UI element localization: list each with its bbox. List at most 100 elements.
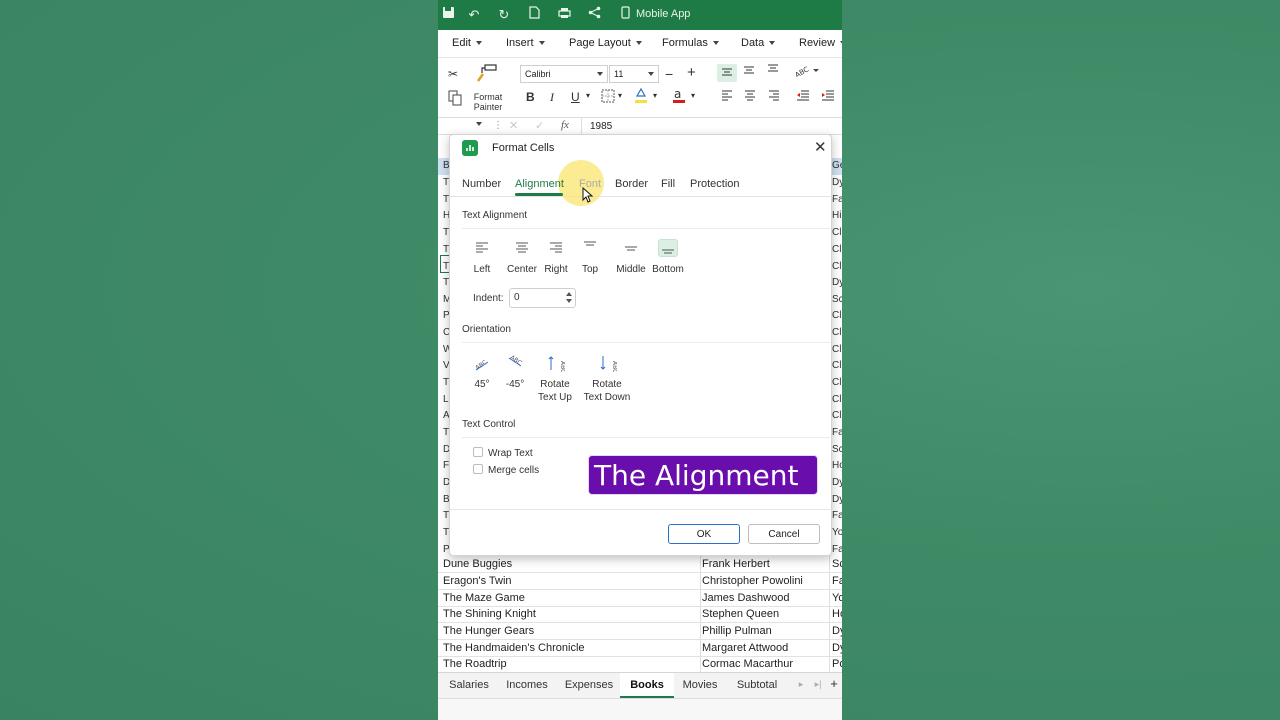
edge-cell: Dy — [832, 477, 842, 488]
author-cell: Cormac Macarthur — [702, 658, 794, 670]
add-sheet-icon[interactable]: + — [827, 673, 841, 698]
align-top-option[interactable]: Top — [578, 239, 602, 276]
align-left-option[interactable]: Left — [469, 239, 495, 276]
underline-button[interactable]: U — [571, 89, 580, 105]
tab-fill[interactable]: Fill — [661, 178, 675, 190]
align-right-ribbon-icon[interactable] — [768, 89, 780, 105]
decrease-indent-icon[interactable] — [796, 89, 809, 105]
font-name-select[interactable]: Calibri — [520, 65, 608, 83]
menu-data[interactable]: Data — [741, 37, 776, 49]
formula-bar: ⋮ ✕ ✓ fx 1985 — [438, 117, 842, 135]
rotate-down-label-2: Text Down — [583, 392, 631, 403]
print-icon[interactable] — [555, 6, 573, 24]
cancel-button[interactable]: Cancel — [748, 524, 820, 544]
tab-number[interactable]: Number — [462, 178, 501, 190]
format-painter-button[interactable]: Format Painter — [473, 92, 503, 112]
sheet-tab-books[interactable]: Books — [620, 673, 674, 698]
chevron-down-icon[interactable]: ▾ — [653, 88, 657, 104]
wrap-text-checkbox[interactable]: Wrap Text — [473, 447, 533, 459]
menu-edit[interactable]: Edit — [452, 37, 482, 49]
align-right-label: Right — [544, 264, 568, 275]
menu-insert[interactable]: Insert — [506, 37, 545, 49]
mobile-app-toggle[interactable]: Mobile App — [636, 8, 690, 20]
copy-icon[interactable] — [448, 90, 462, 110]
merge-cells-checkbox[interactable]: Merge cells — [473, 464, 539, 476]
menu-page-layout[interactable]: Page Layout — [569, 37, 642, 49]
indent-stepper[interactable]: 0 — [509, 288, 576, 308]
fill-color-icon[interactable] — [634, 87, 648, 108]
scroll-last-icon[interactable]: ▸| — [812, 673, 824, 698]
menu-review[interactable]: Review — [799, 37, 842, 49]
orientation-45-option[interactable]: ABC 45° — [470, 354, 494, 391]
table-row[interactable]: Dune Buggies Frank Herbert Sc — [438, 556, 842, 573]
decrease-font-size-button[interactable]: − — [665, 66, 673, 82]
align-center-option[interactable]: Center — [507, 239, 537, 276]
chevron-down-icon[interactable]: ▾ — [618, 88, 622, 104]
sheet-tab-expenses[interactable]: Expenses — [558, 673, 620, 698]
table-row[interactable]: The Roadtrip Cormac Macarthur Po — [438, 656, 842, 673]
scroll-right-icon[interactable]: ▸ — [794, 673, 808, 698]
stepper-down-icon[interactable] — [566, 299, 572, 303]
redo-icon[interactable]: ↻ — [495, 6, 513, 24]
share-icon[interactable] — [585, 6, 603, 24]
checkbox-box[interactable] — [473, 447, 483, 457]
rotate-text-up-option[interactable]: ABC Rotate Text Up — [538, 354, 572, 404]
confirm-entry-icon[interactable]: ✓ — [535, 119, 544, 132]
stepper-up-icon[interactable] — [566, 292, 572, 296]
save-icon[interactable] — [439, 6, 457, 24]
orientation-abc-icon[interactable]: ABC — [794, 65, 819, 81]
rotate-up-label-1: Rotate — [540, 379, 570, 390]
align-right-option[interactable]: Right — [542, 239, 570, 276]
font-size-select[interactable]: 11 — [609, 65, 659, 83]
rotate-up-icon: ABC — [545, 354, 566, 373]
increase-font-size-button[interactable]: + — [687, 65, 696, 81]
cut-icon[interactable]: ✂ — [448, 66, 458, 82]
format-painter-brush-icon[interactable] — [476, 64, 498, 86]
chevron-down-icon[interactable]: ▾ — [691, 88, 695, 104]
chevron-down-icon[interactable] — [476, 122, 482, 126]
function-icon[interactable]: fx — [561, 119, 569, 131]
ok-button[interactable]: OK — [668, 524, 740, 544]
borders-icon[interactable] — [601, 89, 615, 107]
rotate-text-down-option[interactable]: ABC Rotate Text Down — [583, 354, 631, 404]
sheet-tab-salaries[interactable]: Salaries — [442, 673, 496, 698]
table-row[interactable]: The Hunger Gears Phillip Pulman Dy — [438, 623, 842, 640]
align-middle-option[interactable]: Middle — [613, 239, 649, 276]
new-document-icon[interactable] — [525, 6, 543, 24]
sheet-tab-subtotal[interactable]: Subtotal — [728, 673, 786, 698]
increase-indent-icon[interactable] — [821, 89, 834, 105]
align-left-ribbon-icon[interactable] — [721, 89, 733, 105]
undo-icon[interactable]: ↶ — [465, 6, 483, 24]
tab-protection[interactable]: Protection — [690, 178, 740, 190]
table-row[interactable]: The Handmaiden's Chronicle Margaret Attw… — [438, 640, 842, 657]
align-bottom-option[interactable]: Bottom — [650, 239, 686, 276]
align-top-ribbon-icon[interactable] — [767, 64, 779, 80]
align-middle-ribbon-icon[interactable] — [743, 64, 755, 80]
table-row[interactable]: The Maze Game James Dashwood Yo — [438, 590, 842, 607]
cancel-entry-icon[interactable]: ✕ — [509, 119, 518, 132]
table-row[interactable]: Eragon's Twin Christopher Powolini Fa — [438, 573, 842, 590]
bold-button[interactable]: B — [526, 89, 535, 105]
drag-handle-icon[interactable]: ⋮ — [493, 120, 503, 131]
author-cell: James Dashwood — [702, 592, 790, 604]
italic-button[interactable]: I — [550, 89, 554, 105]
font-color-icon[interactable]: a — [672, 87, 686, 108]
menu-formulas[interactable]: Formulas — [662, 37, 719, 49]
table-row[interactable]: The Shining Knight Stephen Queen Ho — [438, 606, 842, 623]
tab-alignment[interactable]: Alignment — [515, 178, 564, 190]
genre-cell: Dy — [832, 625, 842, 637]
close-icon[interactable]: ✕ — [814, 138, 827, 156]
formula-input[interactable]: 1985 — [590, 121, 612, 132]
menu-insert-label: Insert — [506, 37, 534, 49]
title-cell: The Hunger Gears — [443, 625, 535, 637]
text-control-section-title: Text Control — [462, 419, 516, 430]
sheet-tab-incomes[interactable]: Incomes — [498, 673, 556, 698]
rotate-minus45-icon: ABC — [505, 354, 525, 372]
chevron-down-icon[interactable]: ▾ — [586, 88, 590, 104]
orientation-minus45-option[interactable]: ABC -45° — [503, 354, 527, 391]
sheet-tab-movies[interactable]: Movies — [674, 673, 726, 698]
tab-border[interactable]: Border — [615, 178, 648, 190]
checkbox-box[interactable] — [473, 464, 483, 474]
align-center-ribbon-icon[interactable] — [744, 89, 756, 105]
align-bottom-ribbon-icon[interactable] — [717, 64, 737, 82]
